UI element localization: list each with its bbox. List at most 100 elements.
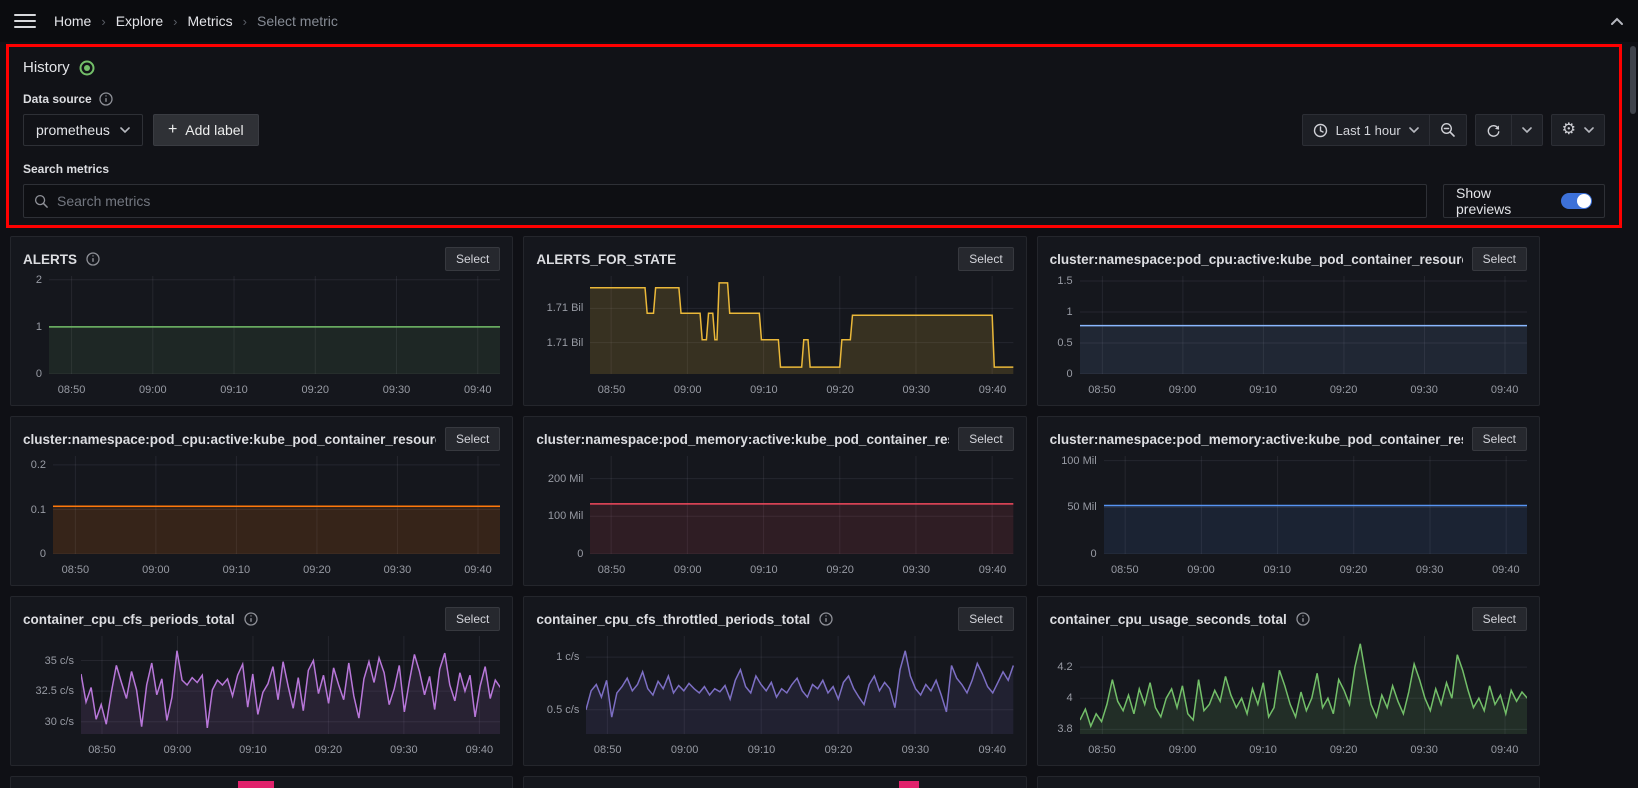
metric-card: cluster:namespace:pod_cpu:active:kube_po… xyxy=(1037,236,1540,406)
time-range-picker[interactable]: Last 1 hour xyxy=(1303,115,1429,145)
metric-card-partial xyxy=(1037,776,1540,788)
x-tick-label: 09:00 xyxy=(1169,744,1197,756)
x-tick-label: 09:20 xyxy=(826,564,854,576)
metric-title: cluster:namespace:pod_cpu:active:kube_po… xyxy=(1050,252,1463,267)
select-button[interactable]: Select xyxy=(958,427,1013,451)
x-tick-label: 09:40 xyxy=(466,744,494,756)
metric-title: cluster:namespace:pod_memory:active:kube… xyxy=(1050,432,1463,447)
search-metrics-input[interactable] xyxy=(57,193,1416,209)
info-icon xyxy=(244,612,258,626)
breadcrumb: Home›Explore›Metrics›Select metric xyxy=(54,13,338,29)
breadcrumb-item-select-metric: Select metric xyxy=(257,13,338,29)
x-tick-label: 08:50 xyxy=(88,744,116,756)
x-tick-label: 09:10 xyxy=(239,744,267,756)
x-tick-label: 09:00 xyxy=(142,564,170,576)
chevron-up-icon[interactable] xyxy=(1610,17,1624,26)
y-tick-label: 0.5 xyxy=(1057,337,1072,349)
x-tick-label: 09:30 xyxy=(384,564,412,576)
settings-button[interactable]: ⚙ xyxy=(1552,115,1604,145)
y-tick-label: 3.8 xyxy=(1057,723,1072,735)
data-source-label: Data source xyxy=(23,92,92,106)
x-axis: 08:5009:0009:1009:2009:3009:40 xyxy=(1080,741,1527,759)
y-tick-label: 100 Mil xyxy=(548,510,583,522)
x-tick-label: 09:10 xyxy=(1263,564,1291,576)
y-tick-label: 0.1 xyxy=(31,504,46,516)
show-previews-toggle[interactable] xyxy=(1561,193,1592,209)
select-button[interactable]: Select xyxy=(1472,247,1527,271)
select-button[interactable]: Select xyxy=(1472,607,1527,631)
x-tick-label: 09:30 xyxy=(903,384,931,396)
x-tick-label: 08:50 xyxy=(1088,744,1116,756)
metric-title: ALERTS_FOR_STATE xyxy=(536,252,676,267)
info-icon xyxy=(86,252,100,266)
chevron-down-icon xyxy=(1522,127,1532,133)
plot xyxy=(49,276,500,379)
x-tick-label: 09:40 xyxy=(979,564,1007,576)
select-button[interactable]: Select xyxy=(445,247,500,271)
history-status-icon xyxy=(79,60,95,76)
y-tick-label: 1.71 Bil xyxy=(547,302,584,314)
refresh-button[interactable] xyxy=(1476,115,1511,145)
vertical-scrollbar[interactable] xyxy=(1630,46,1636,114)
x-tick-label: 08:50 xyxy=(598,564,626,576)
select-button[interactable]: Select xyxy=(1472,427,1527,451)
y-tick-label: 4 xyxy=(1067,692,1073,704)
x-tick-label: 08:50 xyxy=(598,384,626,396)
y-tick-label: 0 xyxy=(40,548,46,560)
metric-title: cluster:namespace:pod_memory:active:kube… xyxy=(536,432,949,447)
select-button[interactable]: Select xyxy=(445,427,500,451)
select-button[interactable]: Select xyxy=(445,607,500,631)
metric-preview-chart: 1.71 Bil1.71 Bil 08:5009:0009:1009:2009:… xyxy=(536,276,1013,399)
y-tick-label: 32.5 c/s xyxy=(35,685,74,697)
breadcrumb-item-explore[interactable]: Explore xyxy=(116,13,163,29)
metric-title: container_cpu_cfs_periods_total xyxy=(23,612,235,627)
select-button[interactable]: Select xyxy=(958,607,1013,631)
add-label-button[interactable]: + Add label xyxy=(153,114,259,146)
metrics-grid: ALERTS Select 210 08:5009:0009:1009:2009… xyxy=(10,236,1540,788)
data-source-picker[interactable]: prometheus xyxy=(23,114,143,146)
metric-card-partial xyxy=(10,776,513,788)
search-metrics-box xyxy=(23,184,1427,218)
metric-card: cluster:namespace:pod_cpu:active:kube_po… xyxy=(10,416,513,586)
hamburger-menu-icon[interactable] xyxy=(14,14,36,28)
y-tick-label: 35 c/s xyxy=(45,655,74,667)
y-axis: 35 c/s32.5 c/s30 c/s xyxy=(23,636,81,734)
metric-preview-chart: 1 c/s0.5 c/s 08:5009:0009:1009:2009:3009… xyxy=(536,636,1013,759)
x-axis: 08:5009:0009:1009:2009:3009:40 xyxy=(81,741,500,759)
history-label: History xyxy=(23,59,70,76)
x-tick-label: 09:10 xyxy=(223,564,251,576)
x-tick-label: 09:40 xyxy=(1491,384,1519,396)
show-previews-label: Show previews xyxy=(1456,185,1549,217)
zoom-out-button[interactable] xyxy=(1429,115,1466,145)
show-previews-control: Show previews xyxy=(1443,184,1605,218)
top-nav-bar: Home›Explore›Metrics›Select metric xyxy=(0,0,1638,42)
breadcrumb-item-home[interactable]: Home xyxy=(54,13,91,29)
metric-preview-chart: 35 c/s32.5 c/s30 c/s 08:5009:0009:1009:2… xyxy=(23,636,500,759)
y-axis: 200 Mil100 Mil0 xyxy=(536,456,590,554)
info-icon xyxy=(99,92,113,106)
x-axis: 08:5009:0009:1009:2009:3009:40 xyxy=(590,381,1013,399)
x-tick-label: 09:40 xyxy=(979,744,1007,756)
x-tick-label: 09:20 xyxy=(1330,744,1358,756)
x-tick-label: 08:50 xyxy=(62,564,90,576)
x-tick-label: 08:50 xyxy=(1111,564,1139,576)
y-tick-label: 100 Mil xyxy=(1061,455,1096,467)
search-icon xyxy=(34,194,49,209)
x-tick-label: 09:30 xyxy=(903,564,931,576)
breadcrumb-item-metrics[interactable]: Metrics xyxy=(188,13,233,29)
metric-preview-chart: 100 Mil50 Mil0 08:5009:0009:1009:2009:30… xyxy=(1050,456,1527,579)
plot xyxy=(81,636,500,739)
metric-preview-chart: 200 Mil100 Mil0 08:5009:0009:1009:2009:3… xyxy=(536,456,1013,579)
select-button[interactable]: Select xyxy=(958,247,1013,271)
y-axis: 1.510.50 xyxy=(1050,276,1080,374)
y-tick-label: 2 xyxy=(36,274,42,286)
x-tick-label: 09:10 xyxy=(748,744,776,756)
refresh-icon xyxy=(1486,123,1501,138)
x-tick-label: 09:10 xyxy=(1249,744,1277,756)
x-tick-label: 08:50 xyxy=(1088,384,1116,396)
refresh-interval-dropdown[interactable] xyxy=(1511,115,1542,145)
x-tick-label: 09:10 xyxy=(1249,384,1277,396)
chevron-down-icon xyxy=(1409,127,1419,133)
x-tick-label: 09:40 xyxy=(464,564,492,576)
y-tick-label: 1 xyxy=(1067,306,1073,318)
